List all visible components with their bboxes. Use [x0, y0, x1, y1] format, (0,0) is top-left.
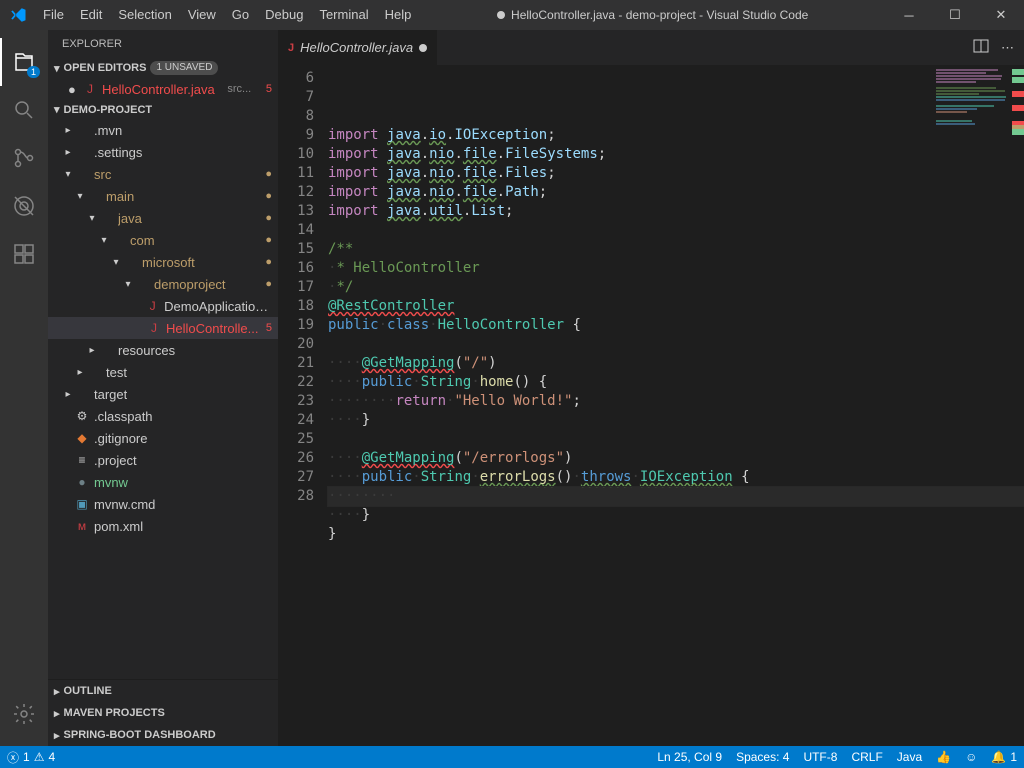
tree-item[interactable]: ᴍpom.xml — [48, 515, 278, 537]
warning-icon: ⚠ — [34, 750, 45, 764]
maximize-button[interactable]: ☐ — [932, 0, 978, 30]
open-editor-item[interactable]: ● J HelloController.java src... 5 — [48, 78, 278, 100]
menu-edit[interactable]: Edit — [72, 0, 110, 30]
error-icon: ⓧ — [7, 749, 19, 766]
status-notifications[interactable]: 🔔1 — [984, 746, 1024, 768]
tree-item[interactable]: ▾microsoft● — [48, 251, 278, 273]
tree-item[interactable]: ▸resources — [48, 339, 278, 361]
tree-item[interactable]: ▾src● — [48, 163, 278, 185]
titlebar: FileEditSelectionViewGoDebugTerminalHelp… — [0, 0, 1024, 30]
vscode-logo-icon — [0, 6, 35, 24]
explorer-badge: 1 — [27, 66, 40, 78]
menu-bar: FileEditSelectionViewGoDebugTerminalHelp — [35, 0, 419, 30]
close-button[interactable]: ✕ — [978, 0, 1024, 30]
window-title: HelloController.java - demo-project - Vi… — [419, 8, 886, 22]
tab-label: HelloController.java — [300, 40, 413, 55]
chevron-down-icon: ▾ — [54, 62, 60, 75]
bell-icon: 🔔 — [991, 750, 1006, 764]
tree-item[interactable]: ▾java● — [48, 207, 278, 229]
activity-explorer[interactable]: 1 — [0, 38, 48, 86]
activity-bar: 1 — [0, 30, 48, 746]
menu-terminal[interactable]: Terminal — [311, 0, 376, 30]
status-thumbsup[interactable]: 👍 — [929, 746, 958, 768]
modified-dot-icon — [419, 44, 427, 52]
status-lncol[interactable]: Ln 25, Col 9 — [650, 746, 729, 768]
overview-ruler — [1012, 65, 1024, 746]
tree-item[interactable]: ◆.gitignore — [48, 427, 278, 449]
menu-view[interactable]: View — [180, 0, 224, 30]
status-language[interactable]: Java — [890, 746, 929, 768]
tree-item[interactable]: ≡.project — [48, 449, 278, 471]
menu-selection[interactable]: Selection — [110, 0, 179, 30]
open-editors-label: Open Editors — [64, 62, 147, 74]
sidebar-title: Explorer — [48, 30, 278, 58]
java-file-icon: J — [288, 42, 294, 54]
status-eol[interactable]: CRLF — [844, 746, 889, 768]
open-editor-filename: HelloController.java — [102, 82, 215, 97]
tree-item[interactable]: ▾demoproject● — [48, 273, 278, 295]
folder-header[interactable]: ▾ demo-project — [48, 100, 278, 119]
menu-help[interactable]: Help — [377, 0, 420, 30]
window-controls: ─ ☐ ✕ — [886, 0, 1024, 30]
gutter: 6789101112131415161718192021222324252627… — [278, 65, 328, 746]
menu-file[interactable]: File — [35, 0, 72, 30]
activity-scm[interactable] — [0, 134, 48, 182]
file-tree: ▸.mvn▸.settings▾src●▾main●▾java●▾com●▾mi… — [48, 119, 278, 679]
tree-item[interactable]: ▾com● — [48, 229, 278, 251]
status-problems[interactable]: ⓧ1 ⚠4 — [0, 746, 62, 768]
open-editors-header[interactable]: ▾ Open Editors 1 unsaved — [48, 58, 278, 78]
menu-debug[interactable]: Debug — [257, 0, 311, 30]
status-encoding[interactable]: UTF-8 — [796, 746, 844, 768]
tree-item[interactable]: ▸.mvn — [48, 119, 278, 141]
sidebar-bottom-sections: ▸Outline▸Maven Projects▸Spring-Boot Dash… — [48, 679, 278, 746]
status-bar: ⓧ1 ⚠4 Ln 25, Col 9 Spaces: 4 UTF-8 CRLF … — [0, 746, 1024, 768]
code-area[interactable]: import java.io.IOException;import java.n… — [328, 65, 1024, 746]
activity-settings[interactable] — [0, 690, 48, 738]
activity-search[interactable] — [0, 86, 48, 134]
tree-item[interactable]: ▸test — [48, 361, 278, 383]
editor-area: J HelloController.java ⋯ 678910111213141… — [278, 30, 1024, 746]
tab-hellocontroller[interactable]: J HelloController.java — [278, 30, 438, 65]
status-spaces[interactable]: Spaces: 4 — [729, 746, 796, 768]
minimize-button[interactable]: ─ — [886, 0, 932, 30]
section-outline[interactable]: ▸Outline — [48, 680, 278, 702]
tab-actions: ⋯ — [963, 30, 1024, 65]
sidebar: Explorer ▾ Open Editors 1 unsaved ● J He… — [48, 30, 278, 746]
tree-item[interactable]: ▸.settings — [48, 141, 278, 163]
unsaved-badge: 1 unsaved — [150, 61, 218, 75]
more-icon[interactable]: ⋯ — [1001, 40, 1014, 56]
tree-item[interactable]: ▣mvnw.cmd — [48, 493, 278, 515]
menu-go[interactable]: Go — [224, 0, 257, 30]
activity-debug[interactable] — [0, 182, 48, 230]
split-editor-icon[interactable] — [973, 38, 989, 57]
tree-item[interactable]: JHelloControlle...5 — [48, 317, 278, 339]
modified-dot-icon — [497, 11, 505, 19]
window-title-text: HelloController.java - demo-project - Vi… — [511, 8, 808, 22]
editor[interactable]: 6789101112131415161718192021222324252627… — [278, 65, 1024, 746]
section-maven-projects[interactable]: ▸Maven Projects — [48, 702, 278, 724]
tree-item[interactable]: JDemoApplication.j... — [48, 295, 278, 317]
tree-item[interactable]: ●mvnw — [48, 471, 278, 493]
chevron-down-icon: ▾ — [54, 103, 60, 116]
section-spring-boot-dashboard[interactable]: ▸Spring-Boot Dashboard — [48, 724, 278, 746]
status-feedback[interactable]: ☺ — [958, 746, 984, 768]
tree-item[interactable]: ⚙.classpath — [48, 405, 278, 427]
tree-item[interactable]: ▸target — [48, 383, 278, 405]
tree-item[interactable]: ▾main● — [48, 185, 278, 207]
project-name: demo-project — [64, 104, 153, 116]
activity-extensions[interactable] — [0, 230, 48, 278]
editor-tabs: J HelloController.java ⋯ — [278, 30, 1024, 65]
